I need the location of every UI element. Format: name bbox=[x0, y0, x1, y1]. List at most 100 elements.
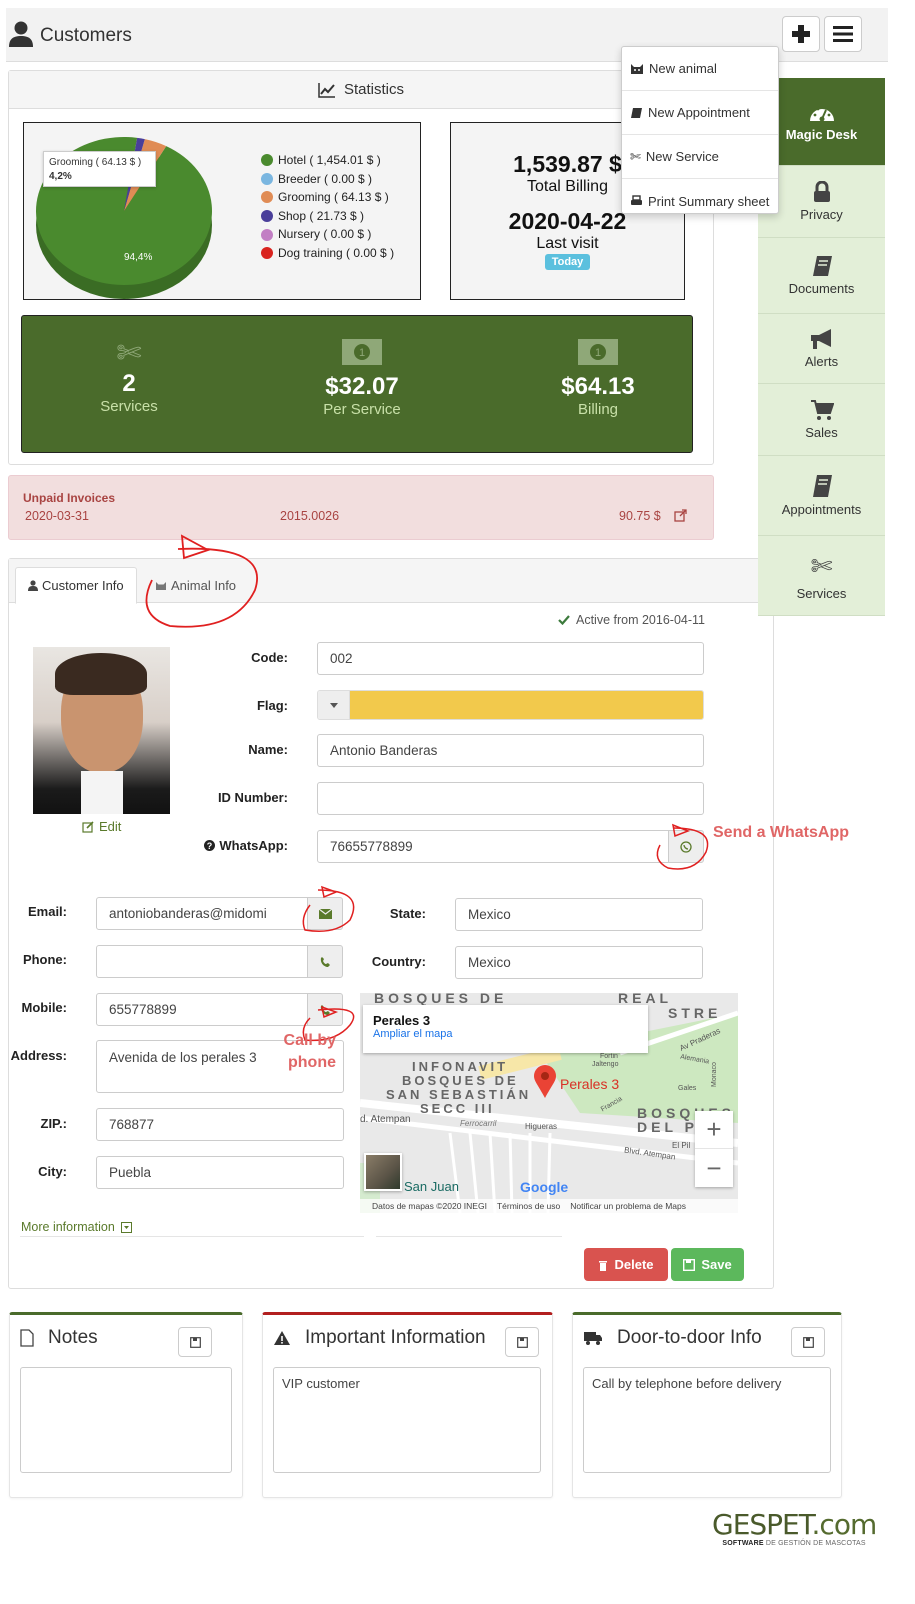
legend-item[interactable]: Nursery ( 0.00 $ ) bbox=[261, 225, 394, 244]
envelope-icon bbox=[318, 908, 332, 919]
city-input[interactable]: Puebla bbox=[96, 1156, 344, 1189]
flag-label: Flag: bbox=[256, 698, 288, 713]
gespet-logo: GESPET.com SOFTWARE DE GESTIÓN DE MASCOT… bbox=[712, 1510, 877, 1548]
menu-item-print-summary[interactable]: Print Summary sheet bbox=[622, 179, 778, 223]
scissors-icon: ✄ bbox=[116, 337, 142, 370]
save-door-to-door-button[interactable] bbox=[791, 1327, 825, 1357]
book-icon bbox=[812, 475, 832, 497]
door-to-door-header: Door-to-door Info bbox=[583, 1327, 762, 1349]
notes-textarea[interactable] bbox=[20, 1367, 232, 1473]
menu-item-new-animal[interactable]: New animal bbox=[622, 47, 778, 91]
save-notes-button[interactable] bbox=[178, 1327, 212, 1357]
id-number-input[interactable] bbox=[317, 782, 704, 815]
menu-item-new-appointment[interactable]: New Appointment bbox=[622, 91, 778, 135]
name-input[interactable]: Antonio Banderas bbox=[317, 734, 704, 767]
menu-button[interactable] bbox=[824, 16, 862, 52]
call-mobile-button[interactable] bbox=[307, 993, 343, 1026]
map-terms-link[interactable]: Términos de uso bbox=[497, 1201, 560, 1211]
sidebar-item-services[interactable]: ✄ Services bbox=[758, 536, 885, 616]
legend-label: Grooming ( 64.13 $ ) bbox=[278, 190, 389, 205]
delete-button[interactable]: Delete bbox=[584, 1248, 668, 1281]
legend-item[interactable]: Shop ( 21.73 $ ) bbox=[261, 207, 394, 226]
google-map[interactable]: BOSQUES DE REAL STRE INFONAVIT BOSQUES D… bbox=[360, 993, 738, 1213]
phone-input[interactable] bbox=[96, 945, 308, 978]
enlarge-map-link[interactable]: Ampliar el mapa bbox=[373, 1028, 638, 1040]
tab-animal-info[interactable]: Animal Info bbox=[143, 567, 248, 604]
menu-item-new-service[interactable]: ✄ New Service bbox=[622, 135, 778, 179]
door-to-door-textarea[interactable]: Call by telephone before delivery bbox=[583, 1367, 831, 1473]
map-label: SECC III bbox=[420, 1101, 495, 1116]
edit-photo-link[interactable]: Edit bbox=[82, 819, 121, 834]
more-information-link[interactable]: More information bbox=[21, 1220, 132, 1234]
book-icon bbox=[812, 256, 832, 276]
flag-select[interactable] bbox=[317, 690, 704, 720]
print-icon bbox=[631, 195, 642, 205]
zoom-out-button[interactable]: − bbox=[695, 1149, 733, 1187]
tab-customer-info[interactable]: Customer Info bbox=[15, 567, 137, 604]
sidebar-item-appointments[interactable]: Appointments bbox=[758, 456, 885, 536]
customer-photo bbox=[33, 647, 170, 814]
floppy-disk-icon bbox=[516, 1336, 528, 1348]
phone-icon bbox=[320, 1005, 330, 1015]
whatsapp-input[interactable]: 76655778899 bbox=[317, 830, 669, 863]
map-label: STRE bbox=[668, 1005, 722, 1021]
legend-item[interactable]: Hotel ( 1,454.01 $ ) bbox=[261, 151, 394, 170]
svg-text:1: 1 bbox=[359, 347, 365, 359]
map-street: Jaltengo bbox=[592, 1061, 619, 1068]
satellite-toggle[interactable] bbox=[364, 1153, 402, 1191]
zip-input[interactable]: 768877 bbox=[96, 1108, 344, 1141]
code-input[interactable]: 002 bbox=[317, 642, 704, 675]
external-link-icon[interactable] bbox=[674, 509, 687, 522]
mobile-input[interactable]: 655778899 bbox=[96, 993, 308, 1026]
send-whatsapp-button[interactable] bbox=[668, 830, 704, 863]
tabs-bar: Customer Info Animal Info bbox=[9, 559, 773, 604]
sidebar-item-label: Sales bbox=[805, 425, 838, 440]
legend-label: Breeder ( 0.00 $ ) bbox=[278, 171, 373, 186]
legend-item[interactable]: Grooming ( 64.13 $ ) bbox=[261, 188, 394, 207]
map-marker-icon[interactable] bbox=[533, 1065, 557, 1099]
add-button[interactable] bbox=[782, 16, 820, 52]
save-button[interactable]: Save bbox=[671, 1248, 744, 1281]
email-value: antoniobanderas@midomi bbox=[109, 906, 267, 921]
important-info-textarea[interactable]: VIP customer bbox=[273, 1367, 541, 1473]
map-info-card: Perales 3 Ampliar el mapa bbox=[363, 1005, 648, 1053]
send-email-button[interactable] bbox=[307, 897, 343, 930]
annotation-call-phone: Call by phone bbox=[274, 1030, 336, 1074]
important-info-header: Important Information bbox=[273, 1327, 486, 1349]
save-important-info-button[interactable] bbox=[505, 1327, 539, 1357]
map-street: Ferrocarril bbox=[460, 1119, 497, 1128]
annotation-whatsapp: Send a WhatsApp bbox=[713, 824, 850, 841]
sidebar-item-sales[interactable]: Sales bbox=[758, 384, 885, 456]
unpaid-invoices-title: Unpaid Invoices bbox=[23, 491, 116, 505]
user-icon bbox=[9, 21, 33, 47]
active-status: Active from 2016-04-11 bbox=[558, 613, 705, 627]
state-input[interactable]: Mexico bbox=[455, 898, 703, 931]
summary-services: ✄ 2 Services bbox=[79, 337, 179, 416]
map-street: Monaco bbox=[710, 1062, 718, 1087]
whatsapp-icon bbox=[680, 840, 692, 853]
email-input[interactable]: antoniobanderas@midomi bbox=[96, 897, 308, 930]
sidebar-item-label: Privacy bbox=[800, 207, 843, 222]
map-report-link[interactable]: Notificar un problema de Maps bbox=[570, 1201, 686, 1211]
help-icon: ? bbox=[204, 840, 216, 851]
email-label: Email: bbox=[27, 904, 67, 919]
legend-label: Shop ( 21.73 $ ) bbox=[278, 208, 365, 223]
notes-card: Notes bbox=[9, 1312, 243, 1498]
legend-item[interactable]: Dog training ( 0.00 $ ) bbox=[261, 244, 394, 263]
legend-swatch bbox=[261, 247, 273, 260]
legend-item[interactable]: Breeder ( 0.00 $ ) bbox=[261, 170, 394, 189]
whatsapp-value: 76655778899 bbox=[330, 839, 413, 854]
sidebar-item-alerts[interactable]: Alerts bbox=[758, 314, 885, 384]
lock-icon bbox=[813, 181, 830, 202]
sidebar-item-documents[interactable]: Documents bbox=[758, 238, 885, 314]
code-value: 002 bbox=[330, 651, 353, 666]
statistics-header: Statistics bbox=[9, 71, 713, 109]
legend-swatch bbox=[261, 228, 273, 241]
call-phone-button[interactable] bbox=[307, 945, 343, 978]
invoice-number: 2015.0026 bbox=[280, 509, 340, 523]
country-input[interactable]: Mexico bbox=[455, 946, 703, 979]
address-value: Avenida de los perales 3 bbox=[109, 1050, 257, 1065]
door-to-door-content: Call by telephone before delivery bbox=[592, 1376, 782, 1391]
zoom-in-button[interactable]: + bbox=[695, 1111, 733, 1149]
mobile-value: 655778899 bbox=[109, 1002, 177, 1017]
